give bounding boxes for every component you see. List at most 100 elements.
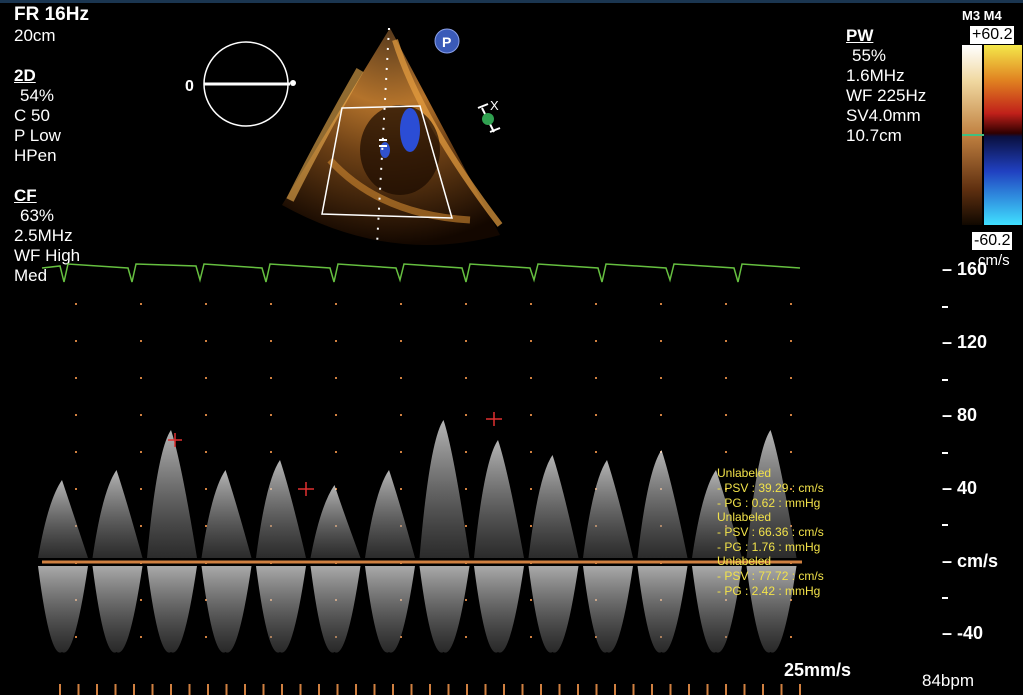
grid-dot — [790, 451, 792, 453]
doppler-envelope-reverse — [365, 566, 415, 653]
measurement-pg: - PG : 2.42 : mmHg — [717, 584, 821, 598]
grid-dot — [465, 303, 467, 305]
measurement-pg: - PG : 1.76 : mmHg — [717, 540, 821, 554]
grid-dot — [660, 303, 662, 305]
doppler-envelope-forward — [310, 485, 361, 558]
grid-dot — [270, 340, 272, 342]
doppler-envelope-forward — [92, 470, 143, 558]
grid-dot — [205, 525, 207, 527]
svg-text:X: X — [490, 98, 499, 113]
grid-dot — [270, 414, 272, 416]
doppler-envelope-reverse — [38, 566, 88, 653]
measurement-psv: - PSV : 66.36 : cm/s — [717, 525, 824, 539]
grid-dot — [75, 303, 77, 305]
grid-dot — [465, 599, 467, 601]
doppler-envelope-forward — [528, 455, 579, 558]
grid-dot — [660, 377, 662, 379]
grid-dot — [465, 636, 467, 638]
doppler-envelope-reverse — [637, 566, 688, 653]
doppler-envelope-reverse — [256, 566, 306, 653]
grid-dot — [530, 303, 532, 305]
doppler-envelope-forward — [256, 460, 306, 558]
measurement-psv: - PSV : 39.29 : cm/s — [717, 481, 824, 495]
grid-dot — [725, 451, 727, 453]
grid-dot — [140, 377, 142, 379]
doppler-envelope-reverse — [201, 566, 252, 653]
grid-dot — [790, 636, 792, 638]
grid-dot — [660, 340, 662, 342]
doppler-envelope-forward — [474, 440, 524, 558]
orientation-marker-icon: X — [477, 98, 501, 133]
doppler-envelope-reverse — [147, 566, 197, 653]
grid-dot — [75, 636, 77, 638]
grid-dot — [75, 377, 77, 379]
measurement-caliper[interactable] — [298, 482, 314, 496]
grid-dot — [75, 340, 77, 342]
doppler-envelope-forward — [583, 460, 633, 558]
grid-dot — [335, 377, 337, 379]
grid-dot — [530, 636, 532, 638]
grid-dot — [595, 303, 597, 305]
grid-dot — [205, 303, 207, 305]
grid-dot — [465, 377, 467, 379]
grid-dot — [270, 303, 272, 305]
measurement-psv: - PSV : 77.72 : cm/s — [717, 569, 824, 583]
velocity-minor-tick — [942, 524, 948, 526]
sweep-speed: 25mm/s — [784, 660, 852, 680]
grid-dot — [465, 488, 467, 490]
grid-dot — [335, 414, 337, 416]
grid-dot — [75, 414, 77, 416]
grid-dot — [270, 451, 272, 453]
grid-dot — [530, 414, 532, 416]
grid-dot — [660, 414, 662, 416]
grid-dot — [790, 340, 792, 342]
measurement-label: Unlabeled — [717, 510, 772, 524]
velocity-minor-tick — [942, 597, 948, 599]
time-axis-ticks — [59, 684, 801, 695]
ecg-trace — [41, 263, 801, 283]
measurement-label: Unlabeled — [717, 466, 772, 480]
grid-dot — [465, 340, 467, 342]
grid-dot — [465, 451, 467, 453]
grid-dot — [140, 599, 142, 601]
grid-dot — [205, 488, 207, 490]
doppler-envelope-forward — [365, 470, 415, 558]
grid-dot — [790, 377, 792, 379]
grid-dot — [530, 377, 532, 379]
grid-dot — [530, 599, 532, 601]
doppler-envelope-reverse — [419, 566, 470, 653]
grid-dot — [335, 303, 337, 305]
grid-dot — [465, 525, 467, 527]
grid-dot — [140, 303, 142, 305]
doppler-envelope-forward — [419, 420, 470, 558]
grid-dot — [140, 636, 142, 638]
grid-dot — [140, 488, 142, 490]
grid-dot — [530, 451, 532, 453]
measurement-caliper[interactable] — [486, 412, 502, 426]
velocity-unit-label: – cm/s — [942, 551, 999, 571]
doppler-envelope-reverse — [528, 566, 579, 653]
grid-dot — [335, 451, 337, 453]
grid-dot — [400, 340, 402, 342]
grid-dot — [140, 525, 142, 527]
velocity-tick-label: – -40 — [942, 623, 984, 643]
grid-dot — [725, 377, 727, 379]
grid-dot — [400, 451, 402, 453]
probe-orientation-icon — [203, 41, 296, 127]
echo-2d-sector — [282, 28, 503, 245]
grid-dot — [205, 636, 207, 638]
grid-dot — [205, 340, 207, 342]
probe-angle-label: 0 — [185, 78, 194, 95]
velocity-minor-tick — [942, 379, 948, 381]
grid-dot — [725, 303, 727, 305]
grid-dot — [400, 377, 402, 379]
grid-dot — [75, 488, 77, 490]
grid-dot — [595, 451, 597, 453]
grid-dot — [400, 414, 402, 416]
grid-dot — [595, 414, 597, 416]
grid-dot — [140, 414, 142, 416]
grid-dot — [400, 488, 402, 490]
doppler-envelope-reverse — [583, 566, 633, 653]
ultrasound-canvas: X — [38, 27, 802, 695]
velocity-tick-label: – 80 — [942, 405, 978, 425]
